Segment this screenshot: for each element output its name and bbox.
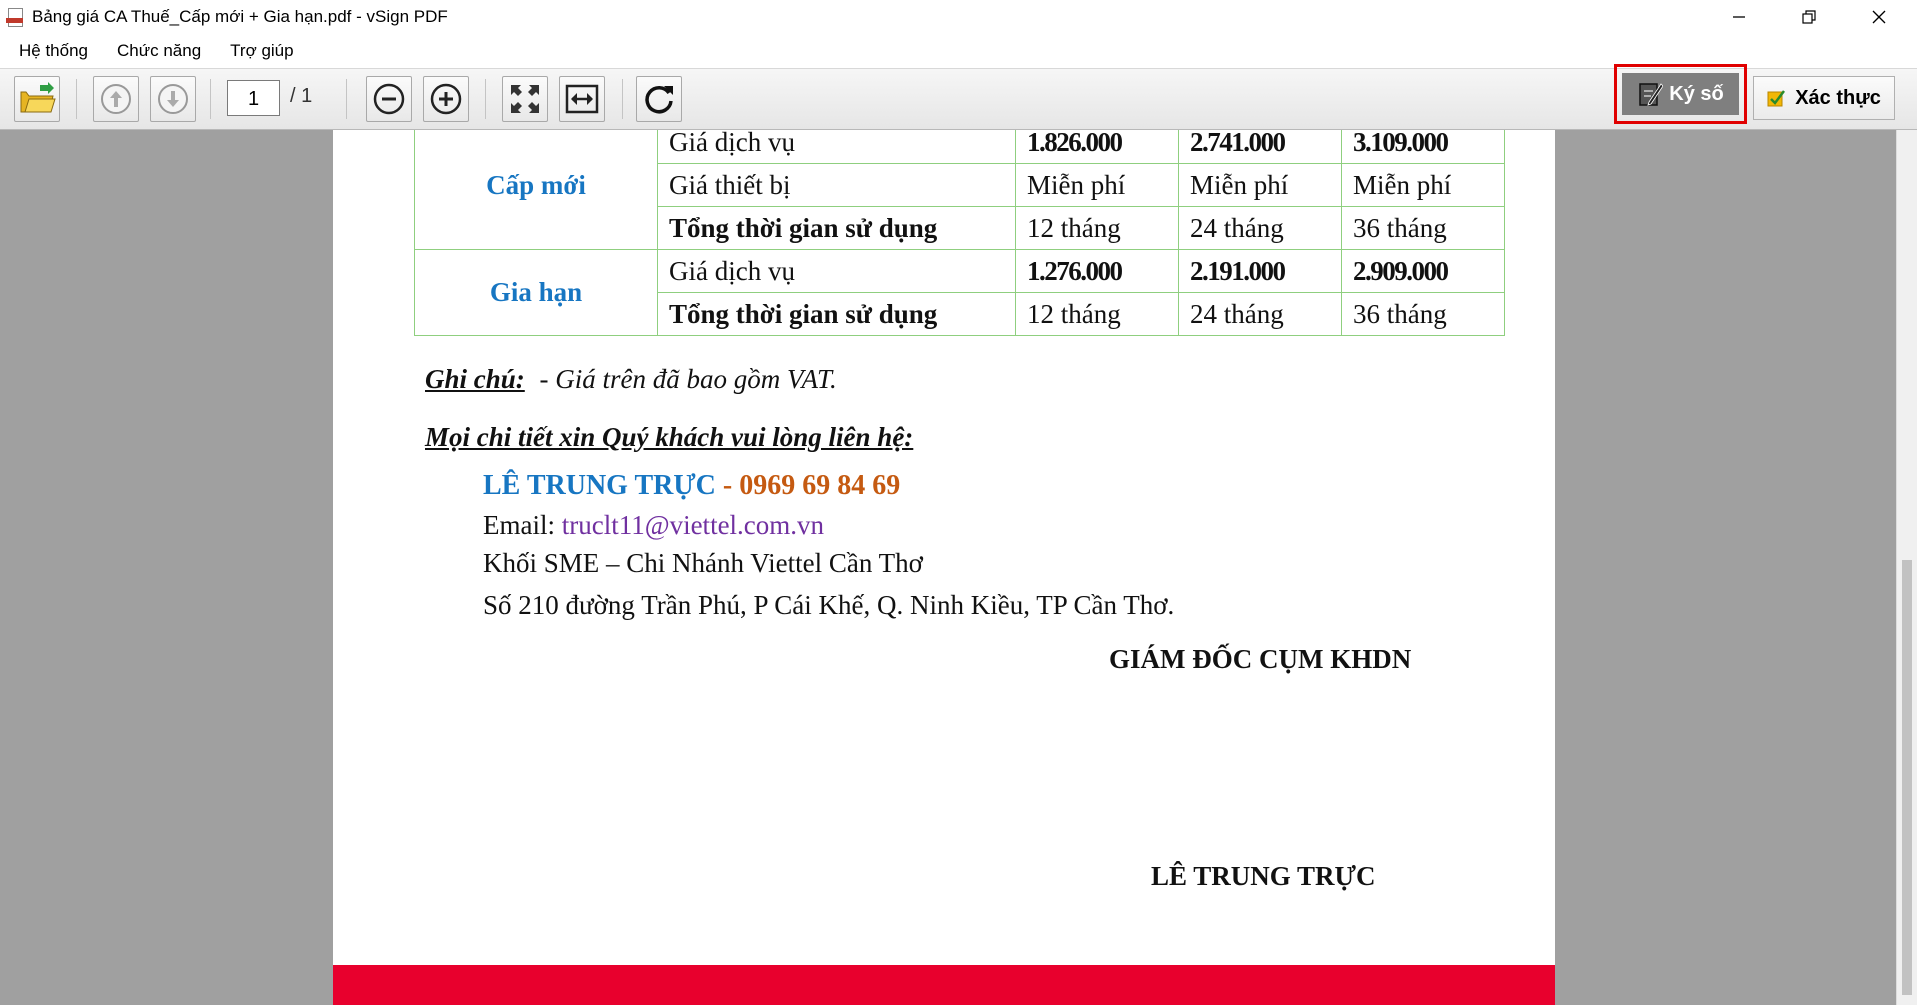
fit-page-icon xyxy=(511,85,539,113)
window-title: Bảng giá CA Thuế_Cấp mới + Gia hạn.pdf -… xyxy=(32,6,448,26)
row-label: Giá dịch vụ xyxy=(657,249,1016,293)
minimize-icon xyxy=(1733,15,1745,18)
value-cell: 12 tháng xyxy=(1015,292,1179,336)
contact-line: LÊ TRUNG TRỰC - 0969 69 84 69 xyxy=(483,470,900,502)
next-page-button[interactable] xyxy=(150,76,196,122)
restore-icon xyxy=(1802,9,1816,24)
email-line: Email: truclt11@viettel.com.vn xyxy=(483,510,824,541)
pdf-viewer[interactable]: Cấp mới Giá dịch vụ 1.826.000 2.741.000 … xyxy=(0,130,1917,1005)
rotate-button[interactable] xyxy=(636,76,682,122)
zoom-out-icon xyxy=(373,83,405,115)
row-label: Giá dịch vụ xyxy=(657,130,1016,164)
fit-page-button[interactable] xyxy=(502,76,548,122)
scroll-thumb[interactable] xyxy=(1902,560,1912,995)
value-cell: 12 tháng xyxy=(1015,206,1179,250)
price-cell: 1.276.000 xyxy=(1015,249,1179,293)
value-cell: 36 tháng xyxy=(1341,206,1505,250)
fit-width-button[interactable] xyxy=(559,76,605,122)
sign-button-highlight: Ký số xyxy=(1614,64,1747,124)
signer-name: LÊ TRUNG TRỰC xyxy=(1151,861,1376,891)
row-label: Tổng thời gian sử dụng xyxy=(657,206,1016,250)
pdf-file-icon xyxy=(6,7,24,27)
minimize-button[interactable] xyxy=(1706,0,1772,33)
zoom-in-button[interactable] xyxy=(423,76,469,122)
row-label: Tổng thời gian sử dụng xyxy=(657,292,1016,336)
verify-check-icon xyxy=(1767,90,1786,107)
signer-title: GIÁM ĐỐC CỤM KHDN xyxy=(1109,644,1412,674)
menu-he-thong[interactable]: Hệ thống xyxy=(19,41,88,61)
table-row: Gia hạn Giá dịch vụ 1.276.000 2.191.000 … xyxy=(414,249,1505,336)
toolbar: 1 / 1 Ký số Xác thực xyxy=(0,64,1917,130)
contact-dash: - xyxy=(715,470,740,501)
group-cap-moi: Cấp mới xyxy=(414,130,658,250)
price-cell: 2.909.000 xyxy=(1341,249,1505,293)
note-label: Ghi chú: xyxy=(425,364,525,394)
value-cell: 36 tháng xyxy=(1341,292,1505,336)
zoom-in-icon xyxy=(430,83,462,115)
open-file-button[interactable] xyxy=(14,76,60,122)
rotate-icon xyxy=(645,85,673,114)
page-total-label: / 1 xyxy=(290,85,313,107)
note-line: Ghi chú: - Giá trên đã bao gồm VAT. xyxy=(425,364,837,395)
zoom-out-button[interactable] xyxy=(366,76,412,122)
address-line: Số 210 đường Trần Phú, P Cái Khế, Q. Nin… xyxy=(483,590,1175,620)
verify-button[interactable]: Xác thực xyxy=(1753,76,1895,120)
previous-page-button[interactable] xyxy=(93,76,139,122)
row-label: Giá thiết bị xyxy=(657,163,1016,207)
arrow-down-icon xyxy=(158,84,188,114)
menu-chuc-nang[interactable]: Chức năng xyxy=(117,41,201,61)
value-cell: Miễn phí xyxy=(1015,163,1179,207)
restore-button[interactable] xyxy=(1776,0,1842,33)
group-gia-han: Gia hạn xyxy=(414,249,658,336)
title-bar: Bảng giá CA Thuế_Cấp mới + Gia hạn.pdf -… xyxy=(0,0,1917,33)
price-table: Cấp mới Giá dịch vụ 1.826.000 2.741.000 … xyxy=(414,130,1505,336)
pdf-page: Cấp mới Giá dịch vụ 1.826.000 2.741.000 … xyxy=(333,130,1555,1005)
table-row: Cấp mới Giá dịch vụ 1.826.000 2.741.000 … xyxy=(414,130,1505,250)
sign-pen-icon xyxy=(1639,83,1664,106)
close-button[interactable] xyxy=(1846,0,1912,33)
value-cell: Miễn phí xyxy=(1341,163,1505,207)
open-folder-icon xyxy=(20,82,56,113)
contact-phone: 0969 69 84 69 xyxy=(739,470,901,501)
sign-button[interactable]: Ký số xyxy=(1622,73,1739,115)
email-label: Email: xyxy=(483,510,562,540)
page-number-input[interactable]: 1 xyxy=(227,80,280,116)
footer-band xyxy=(333,965,1555,1005)
price-cell: 2.741.000 xyxy=(1178,130,1342,164)
value-cell: 24 tháng xyxy=(1178,292,1342,336)
contact-heading: Mọi chi tiết xin Quý khách vui lòng liên… xyxy=(425,422,914,452)
verify-button-label: Xác thực xyxy=(1795,86,1881,109)
branch-line: Khối SME – Chi Nhánh Viettel Cần Thơ xyxy=(483,548,923,578)
vertical-scrollbar[interactable] xyxy=(1896,130,1917,1005)
fit-width-icon xyxy=(565,84,599,114)
menu-tro-giup[interactable]: Trợ giúp xyxy=(230,41,293,61)
contact-name: LÊ TRUNG TRỰC xyxy=(483,470,716,501)
sign-button-label: Ký số xyxy=(1669,82,1724,105)
price-cell: 3.109.000 xyxy=(1341,130,1505,164)
note-text: - Giá trên đã bao gồm VAT. xyxy=(539,364,837,394)
value-cell: 24 tháng xyxy=(1178,206,1342,250)
price-cell: 1.826.000 xyxy=(1015,130,1179,164)
price-cell: 2.191.000 xyxy=(1178,249,1342,293)
email-link[interactable]: truclt11@viettel.com.vn xyxy=(562,510,824,540)
arrow-up-icon xyxy=(101,84,131,114)
value-cell: Miễn phí xyxy=(1178,163,1342,207)
close-icon xyxy=(1872,10,1886,23)
